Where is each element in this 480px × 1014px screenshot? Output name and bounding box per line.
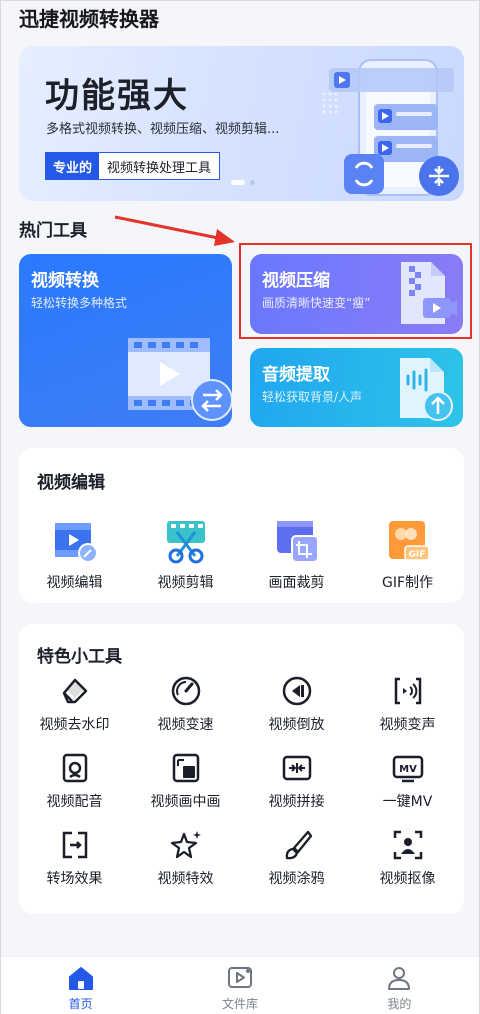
- tool-cutout[interactable]: 视频抠像: [352, 828, 463, 888]
- merge-icon: [282, 755, 311, 781]
- tool-speed[interactable]: 视频变速: [130, 674, 241, 734]
- banner-tag: 专业的 视频转换处理工具: [45, 152, 221, 180]
- tool-one-click-mv-label: 一键MV: [382, 794, 433, 810]
- tool-pip[interactable]: 视频画中画: [130, 751, 241, 811]
- banner-title: 功能强大: [45, 76, 189, 116]
- audio-extract-card[interactable]: 音频提取 轻松获取背景/人声: [250, 348, 463, 427]
- nav-home-label: 首页: [68, 997, 93, 1011]
- tool-speed-label: 视频变速: [157, 717, 214, 733]
- tool-watermark-remove-label: 视频去水印: [39, 717, 110, 733]
- nav-file-library[interactable]: 文件库: [160, 957, 319, 1014]
- voice-change-icon: [394, 677, 421, 705]
- tool-crop[interactable]: 画面裁剪: [241, 518, 352, 592]
- audio-extract-title: 音频提取: [262, 365, 330, 385]
- nav-profile[interactable]: 我的: [320, 957, 479, 1014]
- tool-dubbing[interactable]: 视频配音: [19, 751, 130, 811]
- tool-dubbing-label: 视频配音: [46, 794, 103, 810]
- tool-gif[interactable]: GIF GIF制作: [352, 518, 463, 592]
- dubbing-icon: [62, 753, 87, 783]
- tool-graffiti-label: 视频涂鸦: [268, 871, 325, 887]
- annotation-arrow-icon: [114, 215, 235, 246]
- transition-icon: [62, 831, 87, 859]
- speed-icon: [171, 676, 200, 706]
- promo-banner[interactable]: 功能强大 多格式视频转换、视频压缩、视频剪辑... 专业的 视频转换处理工具: [19, 46, 464, 201]
- tool-crop-label: 画面裁剪: [268, 575, 325, 591]
- tool-merge-label: 视频拼接: [268, 794, 325, 810]
- tool-merge[interactable]: 视频拼接: [241, 751, 352, 811]
- compress-highlight-box: [239, 243, 472, 339]
- video-convert-subtitle: 轻松转换多种格式: [31, 296, 128, 310]
- hot-tools-heading: 热门工具: [19, 221, 87, 241]
- featured-tools-heading: 特色小工具: [37, 647, 122, 667]
- tool-one-click-mv[interactable]: MV 一键MV: [352, 751, 463, 811]
- tool-voice-change-label: 视频变声: [379, 717, 436, 733]
- rewind-icon: [282, 676, 311, 706]
- banner-pager-dots: [231, 180, 255, 185]
- tool-watermark-remove[interactable]: 视频去水印: [19, 674, 130, 734]
- tool-video-edit[interactable]: 视频编辑: [19, 518, 130, 592]
- portrait-cutout-icon: [393, 830, 422, 860]
- video-convert-card[interactable]: 视频转换 轻松转换多种格式: [19, 254, 232, 427]
- home-icon: [68, 967, 93, 990]
- tool-reverse-label: 视频倒放: [268, 717, 325, 733]
- nav-profile-label: 我的: [387, 997, 412, 1011]
- film-convert-icon: [128, 338, 232, 421]
- phone-illustration-icon: [322, 59, 459, 196]
- profile-icon: [388, 967, 411, 990]
- tool-video-cut-label: 视频剪辑: [157, 575, 214, 591]
- svg-text:GIF: GIF: [408, 550, 425, 560]
- tool-voice-change[interactable]: 视频变声: [352, 674, 463, 734]
- brush-icon: [285, 830, 312, 860]
- file-library-icon: [227, 967, 252, 988]
- nav-file-library-label: 文件库: [221, 997, 258, 1011]
- tool-video-cut[interactable]: 视频剪辑: [130, 518, 241, 592]
- tool-transition-label: 转场效果: [46, 871, 103, 887]
- svg-text:MV: MV: [399, 764, 417, 775]
- crop-icon: [276, 521, 319, 563]
- scissors-icon: [166, 521, 205, 564]
- tool-cutout-label: 视频抠像: [379, 871, 436, 887]
- tool-transition[interactable]: 转场效果: [19, 828, 130, 888]
- tool-effects[interactable]: 视频特效: [130, 828, 241, 888]
- tool-gif-label: GIF制作: [381, 575, 434, 591]
- featured-tools-panel: 特色小工具 视频去水印 视频变速 视频倒放 视频变声 视频配音 视频画中画 视频…: [19, 624, 464, 914]
- banner-tag-right: 视频转换处理工具: [107, 160, 212, 176]
- banner-tag-left: 专业的: [46, 153, 100, 179]
- tool-pip-label: 视频画中画: [150, 794, 221, 810]
- video-edit-heading: 视频编辑: [37, 473, 105, 493]
- picture-in-picture-icon: [172, 753, 199, 783]
- tool-graffiti[interactable]: 视频涂鸦: [241, 828, 352, 888]
- tool-effects-label: 视频特效: [157, 871, 214, 887]
- banner-subtitle: 多格式视频转换、视频压缩、视频剪辑...: [46, 122, 280, 137]
- bottom-nav: 首页 文件库 我的: [1, 956, 479, 1014]
- nav-home[interactable]: 首页: [1, 957, 160, 1014]
- video-convert-title: 视频转换: [31, 271, 99, 291]
- video-edit-icon: [54, 523, 98, 563]
- sparkle-icon: [170, 831, 201, 859]
- mv-icon: MV: [392, 755, 423, 783]
- tool-video-edit-label: 视频编辑: [46, 575, 103, 591]
- app-title: 迅捷视频转换器: [19, 7, 159, 31]
- tool-reverse[interactable]: 视频倒放: [241, 674, 352, 734]
- audio-file-icon: [400, 358, 453, 421]
- audio-extract-subtitle: 轻松获取背景/人声: [262, 390, 363, 404]
- gif-icon: GIF: [388, 521, 430, 561]
- video-edit-panel: 视频编辑 视频编辑 视频剪辑 画面裁剪 GIF GIF制作: [19, 448, 464, 603]
- eraser-icon: [62, 678, 87, 704]
